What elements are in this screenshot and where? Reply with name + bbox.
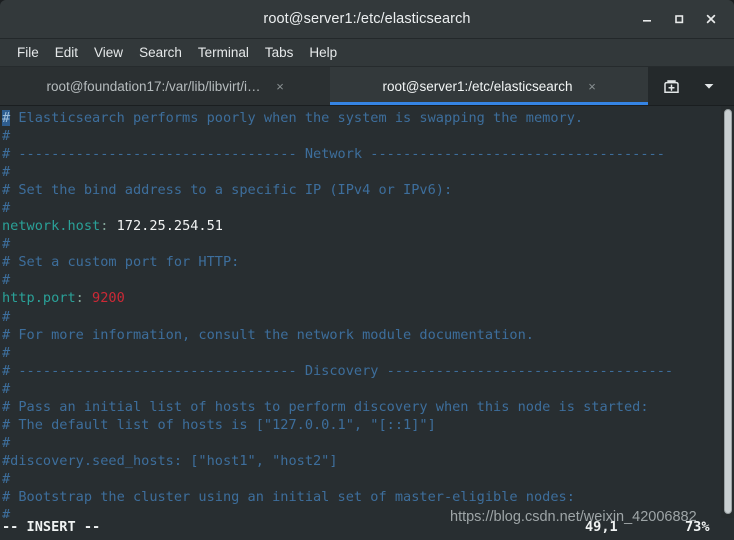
terminal-line: # For more information, consult the netw… <box>2 326 734 344</box>
terminal-span: # ---------------------------------- Dis… <box>2 362 674 379</box>
terminal-line: # <box>2 380 734 398</box>
menu-item-view[interactable]: View <box>86 43 131 62</box>
title-bar: root@server1:/etc/elasticsearch <box>0 0 734 39</box>
terminal-span: # <box>2 434 11 451</box>
menu-item-help[interactable]: Help <box>301 43 345 62</box>
terminal-span: 172.25.254.51 <box>108 218 223 235</box>
terminal-line: # <box>2 271 734 289</box>
new-tab-icon[interactable] <box>652 67 690 105</box>
terminal-line: # <box>2 163 734 181</box>
menu-item-tabs[interactable]: Tabs <box>257 43 302 62</box>
terminal-line: # <box>2 235 734 253</box>
terminal-span: #discovery.seed_hosts: ["host1", "host2"… <box>2 452 338 469</box>
terminal-span: # <box>2 272 11 289</box>
terminal-span: # Set the bind address to a specific IP … <box>2 182 453 199</box>
tab-close-icon[interactable]: × <box>273 79 288 94</box>
close-button[interactable] <box>696 5 726 33</box>
terminal-line: # <box>2 434 734 452</box>
terminal-scrollbar[interactable] <box>721 106 734 518</box>
terminal-line: # ---------------------------------- Dis… <box>2 362 734 380</box>
terminal-line: # Bootstrap the cluster using an initial… <box>2 488 734 506</box>
terminal-span: # <box>2 128 11 145</box>
terminal-span: # The default list of hosts is ["127.0.0… <box>2 416 436 433</box>
menu-bar: File Edit View Search Terminal Tabs Help <box>0 39 734 67</box>
tab-label: root@foundation17:/var/lib/libvirt/i… <box>46 78 261 94</box>
terminal-line: # Elasticsearch performs poorly when the… <box>2 109 734 127</box>
terminal-span: # <box>2 164 11 181</box>
tab-bar: root@foundation17:/var/lib/libvirt/i… × … <box>0 67 734 106</box>
tab-server1-elasticsearch[interactable]: root@server1:/etc/elasticsearch × <box>330 67 648 105</box>
minimize-button[interactable] <box>632 5 662 33</box>
terminal-span: # <box>2 380 11 397</box>
terminal-content[interactable]: # Elasticsearch performs poorly when the… <box>0 106 734 518</box>
terminal-line: # <box>2 344 734 362</box>
tab-label: root@server1:/etc/elasticsearch <box>382 78 573 94</box>
terminal-line: # <box>2 308 734 326</box>
terminal-span: network.host <box>2 218 101 235</box>
terminal-span: 9200 <box>92 290 125 307</box>
scroll-percent: 73% <box>685 519 710 535</box>
terminal-span: # <box>2 344 11 361</box>
menu-item-search[interactable]: Search <box>131 43 190 62</box>
terminal-span: Elasticsearch performs poorly when the s… <box>10 110 584 126</box>
terminal-line: # The default list of hosts is ["127.0.0… <box>2 416 734 434</box>
terminal-span: # <box>2 308 11 325</box>
terminal-span: # <box>2 236 11 253</box>
terminal-line: # Set a custom port for HTTP: <box>2 253 734 271</box>
terminal-window: root@server1:/etc/elasticsearch File Edi… <box>0 0 734 540</box>
terminal-span: # <box>2 507 11 518</box>
scrollbar-thumb[interactable] <box>724 109 732 514</box>
menu-item-terminal[interactable]: Terminal <box>190 43 257 62</box>
tab-foundation17[interactable]: root@foundation17:/var/lib/libvirt/i… × <box>0 67 330 105</box>
cursor-position: 49,1 <box>585 519 618 535</box>
terminal-line: # ---------------------------------- Net… <box>2 145 734 163</box>
menu-item-edit[interactable]: Edit <box>47 43 86 62</box>
terminal-span: : <box>75 290 84 307</box>
terminal-span: # <box>2 110 11 126</box>
window-controls <box>632 5 734 33</box>
terminal-line: network.host: 172.25.254.51 <box>2 217 734 235</box>
maximize-button[interactable] <box>664 5 694 33</box>
vim-mode-indicator: -- INSERT -- <box>2 519 101 535</box>
terminal-line: #discovery.seed_hosts: ["host1", "host2"… <box>2 452 734 470</box>
tab-tools <box>652 67 734 105</box>
terminal-span: # Set a custom port for HTTP: <box>2 254 240 271</box>
terminal-span: http.port <box>2 290 76 307</box>
tab-close-icon[interactable]: × <box>585 79 600 94</box>
terminal-span: # For more information, consult the netw… <box>2 326 534 343</box>
terminal-span: # Pass an initial list of hosts to perfo… <box>2 398 649 415</box>
terminal-span: # <box>2 200 11 217</box>
terminal-line: # Set the bind address to a specific IP … <box>2 181 734 199</box>
terminal-span: # Bootstrap the cluster using an initial… <box>2 488 575 505</box>
terminal-line: http.port: 9200 <box>2 289 734 307</box>
terminal-line: # Pass an initial list of hosts to perfo… <box>2 398 734 416</box>
terminal-span <box>84 290 92 306</box>
window-title: root@server1:/etc/elasticsearch <box>263 11 471 27</box>
terminal-line: # <box>2 199 734 217</box>
terminal-line: # <box>2 470 734 488</box>
terminal-line: # <box>2 506 734 518</box>
menu-item-file[interactable]: File <box>9 43 47 62</box>
terminal-span: # <box>2 470 11 487</box>
terminal-text: # Elasticsearch performs poorly when the… <box>0 106 734 518</box>
vim-status-bar: -- INSERT -- 49,1 73% <box>0 518 734 540</box>
terminal-span: # ---------------------------------- Net… <box>2 146 665 163</box>
terminal-line: # <box>2 127 734 145</box>
chevron-down-icon[interactable] <box>690 67 728 105</box>
